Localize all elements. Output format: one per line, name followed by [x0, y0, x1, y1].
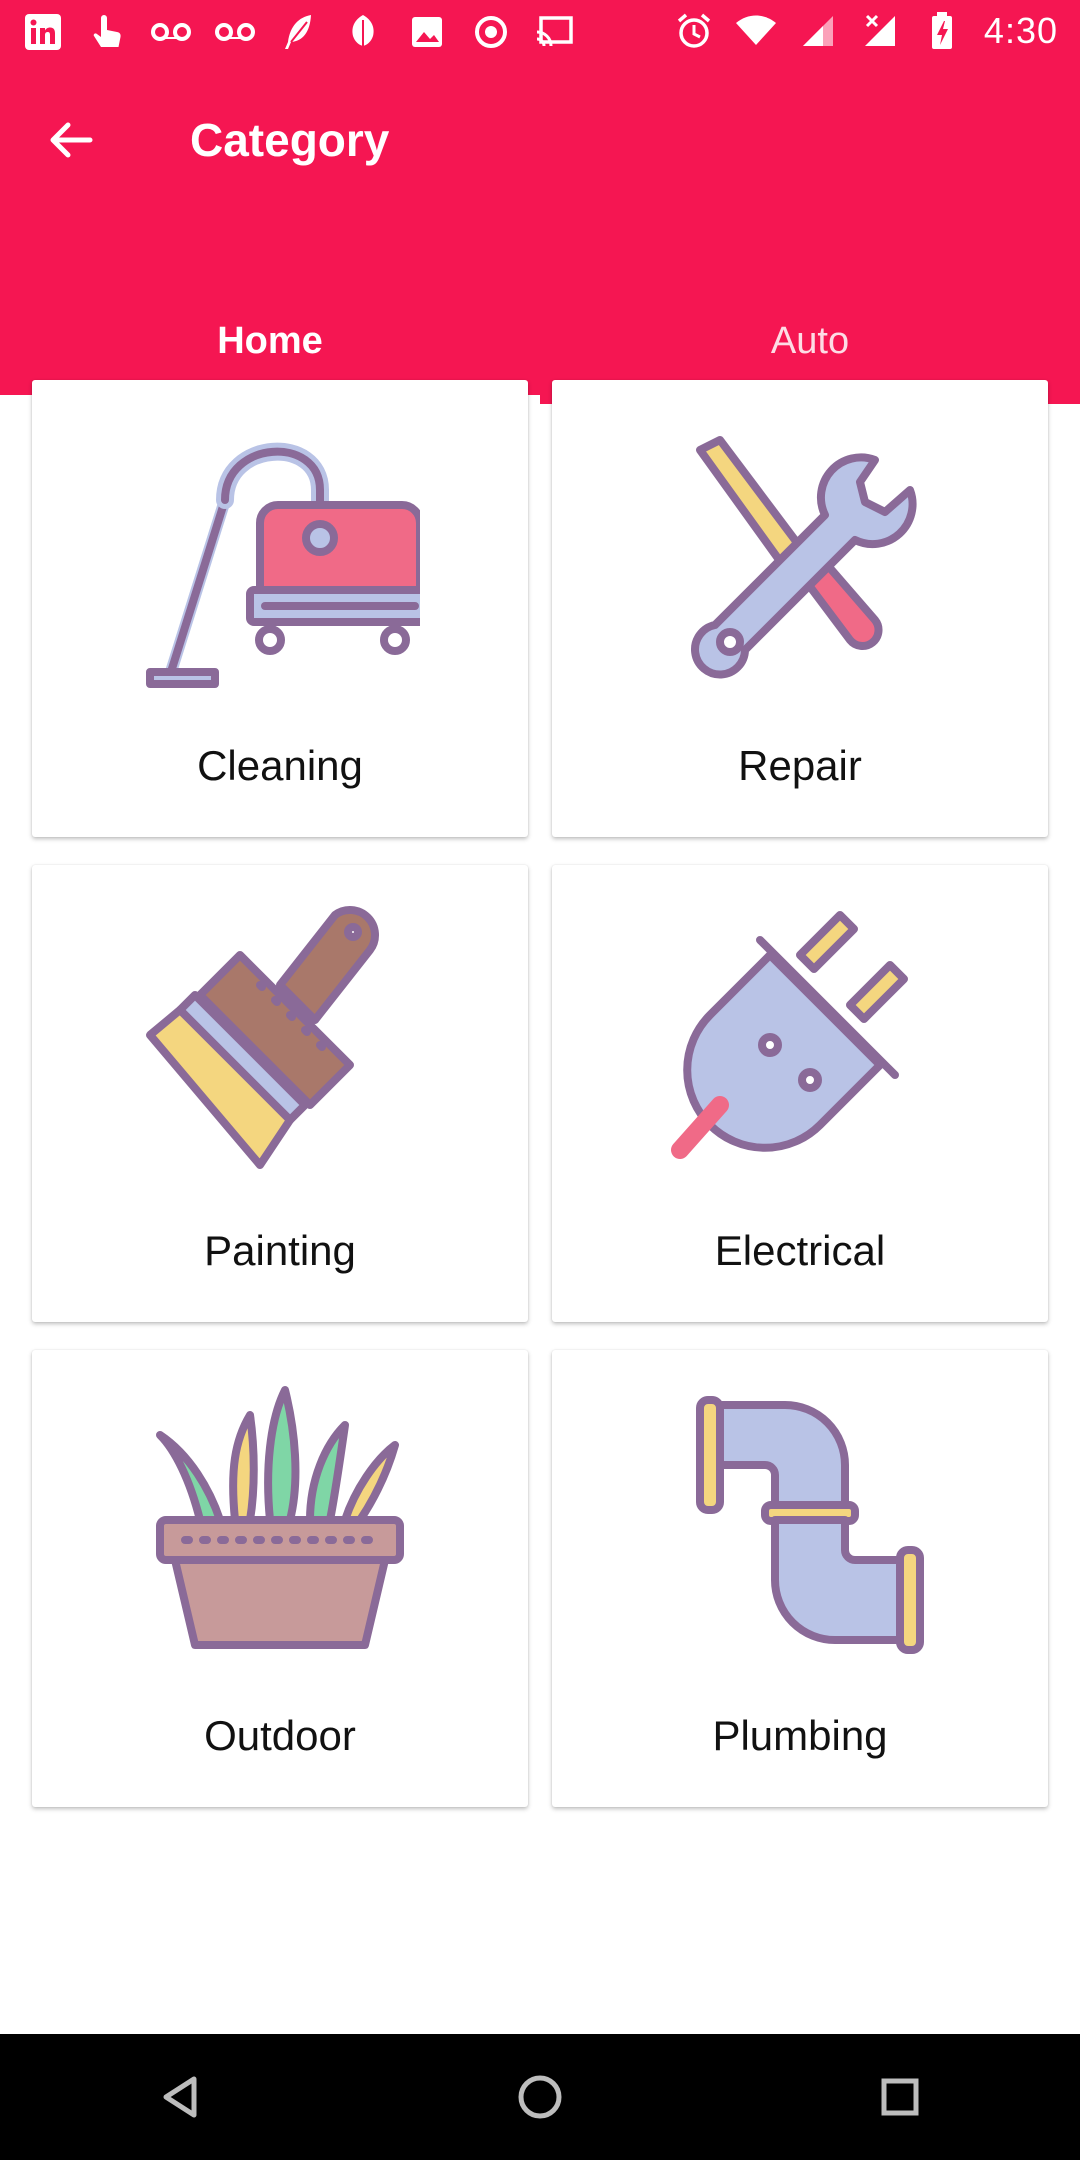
square-recents-icon — [881, 2078, 919, 2116]
electric-plug-icon — [650, 885, 950, 1185]
image-icon — [406, 11, 448, 53]
recents-nav-button[interactable] — [855, 2052, 945, 2142]
category-label: Electrical — [714, 1227, 886, 1274]
voicemail-icon — [214, 11, 256, 53]
back-nav-button[interactable] — [135, 2052, 225, 2142]
back-button[interactable] — [36, 105, 106, 175]
linkedin-icon — [22, 11, 64, 53]
arrow-left-icon — [50, 122, 93, 158]
wifi-icon — [735, 11, 776, 51]
clock: 4:30 — [983, 10, 1058, 51]
category-card-outdoor[interactable]: Outdoor — [32, 1350, 528, 1807]
category-card-plumbing[interactable]: Plumbing — [552, 1350, 1048, 1807]
touch-icon — [86, 11, 128, 53]
potted-grass-icon — [130, 1370, 430, 1670]
signal-icon — [798, 11, 838, 51]
cast-icon — [534, 11, 576, 53]
triangle-back-icon — [163, 2076, 197, 2118]
battery-charging-icon — [922, 11, 962, 51]
feather-icon — [278, 11, 320, 53]
tab-auto-label: Auto — [770, 319, 850, 362]
navigation-bar — [0, 2034, 1080, 2160]
pipe-icon — [650, 1370, 950, 1670]
status-bar: 4:30 — [0, 0, 1080, 63]
circle-home-icon — [518, 2075, 562, 2119]
category-grid: Cleaning Repair Painting Electrical Outd… — [32, 380, 1048, 1807]
vacuum-cleaner-icon — [130, 400, 430, 700]
category-card-electrical[interactable]: Electrical — [552, 865, 1048, 1322]
signal-off-icon — [860, 11, 900, 51]
voicemail-icon — [150, 11, 192, 53]
leaf-icon — [342, 11, 384, 53]
category-card-painting[interactable]: Painting — [32, 865, 528, 1322]
category-label: Painting — [204, 1227, 356, 1274]
app-bar: Category Home Auto — [0, 63, 1080, 404]
record-icon — [470, 11, 512, 53]
wrench-screwdriver-icon — [650, 400, 950, 700]
category-label: Outdoor — [204, 1712, 356, 1759]
tab-home-label: Home — [217, 319, 323, 362]
page-title: Category — [190, 114, 390, 166]
category-label: Cleaning — [197, 742, 363, 789]
home-nav-button[interactable] — [495, 2052, 585, 2142]
paint-brush-icon — [130, 885, 430, 1185]
alarm-icon — [674, 11, 714, 51]
category-card-repair[interactable]: Repair — [552, 380, 1048, 837]
category-card-cleaning[interactable]: Cleaning — [32, 380, 528, 837]
category-label: Repair — [738, 742, 862, 789]
category-label: Plumbing — [712, 1712, 888, 1759]
